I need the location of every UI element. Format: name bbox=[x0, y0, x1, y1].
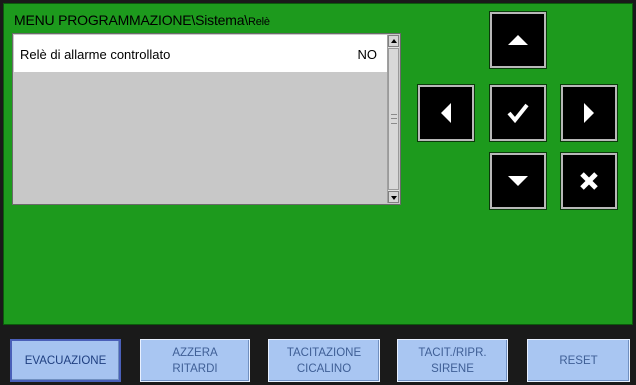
title-current: Relè bbox=[247, 16, 270, 28]
main-area: MENU PROGRAMMAZIONE\Sistema\Relè Relè di… bbox=[3, 3, 633, 325]
check-icon bbox=[507, 103, 529, 123]
scroll-grip-icon bbox=[391, 114, 397, 124]
title-path: MENU PROGRAMMAZIONE\Sistema\ bbox=[14, 12, 248, 28]
silence-sirens-button[interactable]: TACIT./RIPR. SIRENE bbox=[397, 339, 508, 382]
scroll-down-button[interactable] bbox=[388, 191, 399, 203]
list-item[interactable]: Relè di allarme controllato NO bbox=[14, 35, 387, 72]
arrow-left-icon bbox=[441, 103, 451, 123]
list-scrollbar[interactable] bbox=[387, 35, 399, 203]
up-button[interactable] bbox=[490, 12, 546, 68]
list-item-label: Relè di allarme controllato bbox=[20, 47, 171, 62]
panel-screen: MENU PROGRAMMAZIONE\Sistema\Relè Relè di… bbox=[0, 0, 636, 385]
cancel-x-icon bbox=[580, 172, 598, 190]
cancel-button[interactable] bbox=[561, 153, 617, 209]
confirm-button[interactable] bbox=[490, 85, 546, 141]
arrow-right-icon bbox=[584, 103, 594, 123]
reset-delays-button[interactable]: AZZERA RITARDI bbox=[140, 339, 250, 382]
silence-buzzer-button[interactable]: TACITAZIONE CICALINO bbox=[268, 339, 380, 382]
arrow-down-icon bbox=[508, 176, 528, 186]
page-title: MENU PROGRAMMAZIONE\Sistema\Relè bbox=[14, 12, 270, 28]
scroll-up-button[interactable] bbox=[388, 35, 399, 47]
right-button[interactable] bbox=[561, 85, 617, 141]
evacuation-button[interactable]: EVACUAZIONE bbox=[10, 339, 121, 382]
list-item-value: NO bbox=[357, 47, 378, 62]
down-button[interactable] bbox=[490, 153, 546, 209]
scroll-thumb[interactable] bbox=[388, 48, 399, 190]
settings-list: Relè di allarme controllato NO bbox=[12, 33, 401, 205]
arrow-up-icon bbox=[508, 35, 528, 45]
left-button[interactable] bbox=[418, 85, 474, 141]
reset-button[interactable]: RESET bbox=[527, 339, 630, 382]
function-bar: EVACUAZIONE AZZERA RITARDI TACITAZIONE C… bbox=[0, 328, 636, 385]
